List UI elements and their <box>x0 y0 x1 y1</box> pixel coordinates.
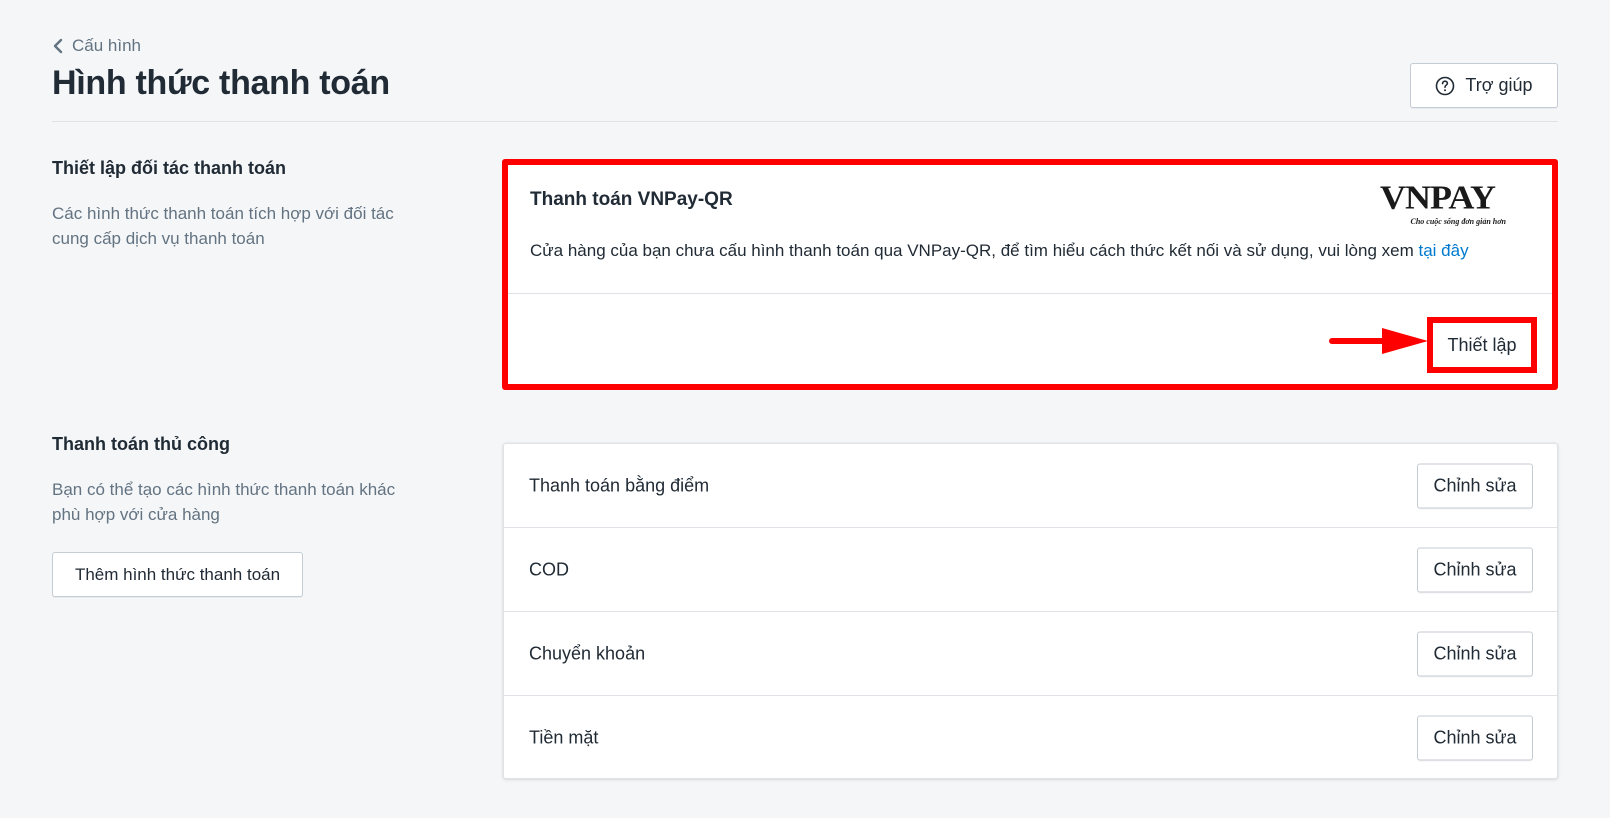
breadcrumb-label: Cấu hình <box>72 36 141 55</box>
chevron-left-icon <box>53 38 63 54</box>
partner-section-title: Thiết lập đối tác thanh toán <box>52 158 286 178</box>
payment-methods-list: Thanh toán bằng điểm Chỉnh sửa COD Chỉnh… <box>503 443 1558 779</box>
question-circle-icon <box>1436 76 1455 95</box>
payment-method-name: Chuyển khoản <box>529 643 646 663</box>
vnpay-logo-tagline: Cho cuộc sống đơn giản hơn <box>1410 217 1506 226</box>
header-divider <box>52 121 1558 122</box>
payment-method-name: Thanh toán bằng điểm <box>529 475 710 495</box>
page-title: Hình thức thanh toán <box>52 64 390 102</box>
vnpay-help-link[interactable]: tại đây <box>1418 241 1468 260</box>
vnpay-card-description: Cửa hàng của bạn chưa cấu hình thanh toá… <box>530 241 1469 261</box>
help-button[interactable]: Trợ giúp <box>1410 63 1558 108</box>
add-payment-method-button[interactable]: Thêm hình thức thanh toán <box>52 552 303 597</box>
manual-section-title: Thanh toán thủ công <box>52 434 230 454</box>
edit-button[interactable]: Chỉnh sửa <box>1417 715 1533 761</box>
breadcrumb[interactable]: Cấu hình <box>52 36 141 56</box>
vnpay-logo-text: VNPAY <box>1380 178 1496 216</box>
edit-button[interactable]: Chỉnh sửa <box>1417 631 1533 676</box>
edit-button[interactable]: Chỉnh sửa <box>1417 463 1533 508</box>
help-button-label: Trợ giúp <box>1465 75 1533 95</box>
payment-method-row: Thanh toán bằng điểm Chỉnh sửa <box>504 444 1557 528</box>
vnpay-card-title: Thanh toán VNPay-QR <box>530 189 733 210</box>
payment-method-row: Chuyển khoản Chỉnh sửa <box>504 612 1557 696</box>
vnpay-card: Thanh toán VNPay-QR VNPAY Cho cuộc sống … <box>502 159 1558 390</box>
payment-method-name: Tiền mặt <box>529 727 599 748</box>
payment-method-row: COD Chỉnh sửa <box>504 528 1557 612</box>
vnpay-card-divider <box>508 293 1552 294</box>
edit-button[interactable]: Chỉnh sửa <box>1417 547 1533 592</box>
payment-method-name: COD <box>529 559 569 579</box>
payment-method-row: Tiền mặt Chỉnh sửa <box>504 696 1557 780</box>
vnpay-setup-button[interactable]: Thiết lập <box>1427 317 1537 373</box>
manual-section-description: Bạn có thể tạo các hình thức thanh toán … <box>52 480 396 524</box>
vnpay-logo: VNPAY Cho cuộc sống đơn giản hơn <box>1380 179 1512 227</box>
arrow-right-icon <box>1329 328 1428 354</box>
partner-section-description: Các hình thức thanh toán tích hợp với đố… <box>52 204 394 248</box>
vnpay-description-text: Cửa hàng của bạn chưa cấu hình thanh toá… <box>530 241 1419 260</box>
